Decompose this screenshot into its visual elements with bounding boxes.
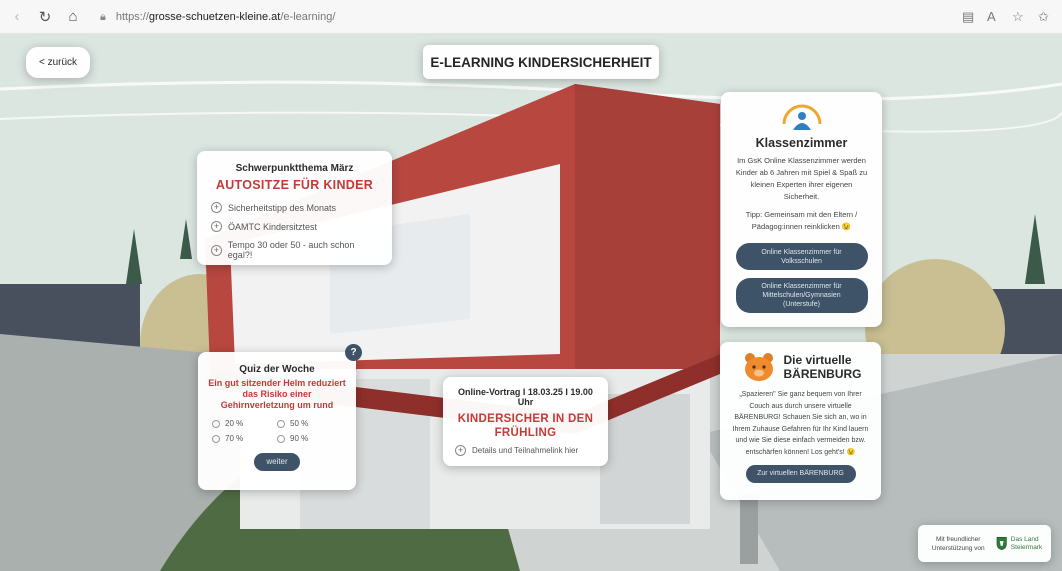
address-bar[interactable]: 🔒︎ https://grosse-schuetzen-kleine.at/e-… — [100, 8, 980, 26]
url-prefix: https:// — [115, 11, 149, 23]
reload-icon[interactable]: ↻ — [34, 6, 56, 28]
plus-icon: + — [211, 221, 222, 232]
bear-icon — [744, 353, 773, 381]
favorites-bar-icon[interactable]: ✩ — [1038, 9, 1049, 25]
back-button[interactable]: < zurück — [26, 47, 90, 78]
lecture-link-label: Details und Teilnahmelink hier — [472, 446, 579, 455]
classroom-tip: Tipp: Gemeinsam mit den Eltern / Pädagog… — [745, 210, 858, 231]
classroom-primary-label: Online Klassenzimmer für Volksschulen — [761, 249, 842, 265]
back-nav-icon[interactable]: ‹ — [6, 6, 28, 28]
lecture-heading: Online-Vortrag I 18.03.25 I 19.00 Uhr — [458, 387, 593, 407]
crest-icon — [997, 537, 1008, 550]
classroom-title: Klassenzimmer — [755, 136, 848, 150]
quiz-question: Ein gut sitzender Helm reduziert das Ris… — [208, 378, 346, 410]
quiz-next-button[interactable]: weiter — [254, 453, 300, 471]
classroom-primary-button[interactable]: Online Klassenzimmer für Volksschulen — [735, 243, 868, 270]
quiz-next-label: weiter — [266, 457, 288, 466]
url-path: /e-learning/ — [280, 11, 336, 23]
quiz-option-label: 70 % — [225, 434, 244, 443]
lecture-title: KINDERSICHER IN DEN FRÜHLING — [457, 413, 594, 439]
favorite-icon[interactable]: ☆ — [1012, 9, 1024, 25]
radio-icon — [212, 434, 220, 443]
plus-icon: + — [211, 202, 222, 213]
radio-icon — [212, 419, 220, 428]
classroom-text: Im GsK Online Klassenzimmer werden Kinde… — [735, 156, 868, 201]
plus-icon: + — [211, 244, 222, 256]
sponsor-box: Mit freundlicher Unterstützung von Das L… — [918, 525, 1051, 562]
quiz-option-20[interactable]: 20 % — [212, 419, 277, 428]
help-icon: ? — [350, 347, 357, 358]
focus-link-3[interactable]: + Tempo 30 oder 50 - auch schon egal?! — [211, 240, 378, 260]
focus-link-label: Sicherheitstipp des Monats — [228, 202, 337, 213]
quiz-option-90[interactable]: 90 % — [277, 434, 342, 443]
scene: < zurück E-LEARNING KINDERSICHERHEIT Sch… — [0, 34, 1062, 571]
radio-icon — [277, 434, 285, 443]
url-domain: grosse-schuetzen-kleine.at — [148, 11, 281, 23]
bear-castle-card: Die virtuelle BÄRENBURG „Spazieren" Sie … — [720, 342, 881, 500]
quiz-option-70[interactable]: 70 % — [212, 434, 277, 443]
bear-title-line1: Die virtuelle — [783, 353, 852, 367]
bear-castle-button[interactable]: Zur virtuellen BÄRENBURG — [745, 465, 856, 483]
quiz-options: 20 % 50 % 70 % 90 % — [208, 419, 346, 443]
sponsor-text: Mit freundlicher Unterstützung von — [931, 535, 985, 552]
quiz-card: ? Quiz der Woche Ein gut sitzender Helm … — [198, 344, 362, 490]
app-root: ‹ ↻ ⌂ 🔒︎ https://grosse-schuetzen-kleine… — [0, 0, 1062, 571]
classroom-logo-icon — [782, 104, 821, 130]
back-button-label: < zurück — [38, 57, 78, 68]
quiz-help-badge[interactable]: ? — [345, 344, 362, 361]
bear-title-line2: BÄRENBURG — [783, 367, 862, 381]
quiz-option-label: 20 % — [225, 419, 244, 428]
quiz-option-label: 90 % — [290, 434, 309, 443]
bear-castle-label: Zur virtuellen BÄRENBURG — [757, 470, 844, 477]
radio-icon — [277, 419, 285, 428]
focus-topic-title: AUTOSITZE FÜR KINDER — [215, 178, 374, 192]
focus-link-2[interactable]: + ÖAMTC Kindersitztest — [211, 221, 378, 232]
lecture-link[interactable]: + Details und Teilnahmelink hier — [455, 445, 596, 456]
reader-icon[interactable]: ▤ — [962, 9, 974, 25]
classroom-secondary-button[interactable]: Online Klassenzimmer für Mittelschulen/G… — [735, 278, 868, 313]
home-icon[interactable]: ⌂ — [62, 6, 84, 28]
focus-link-1[interactable]: + Sicherheitstipp des Monats — [211, 202, 378, 213]
focus-topic-card: Schwerpunktthema März AUTOSITZE FÜR KIND… — [197, 151, 392, 265]
bear-text: „Spazieren" Sie ganz bequem von Ihrer Co… — [732, 391, 869, 456]
background-illustration — [0, 34, 1062, 571]
page-title: E-LEARNING KINDERSICHERHEIT — [423, 45, 659, 79]
read-aloud-icon[interactable]: A — [987, 9, 996, 24]
lecture-card: Online-Vortrag I 18.03.25 I 19.00 Uhr KI… — [443, 377, 608, 466]
sponsor-logo-text: Das Land Steiermark — [1010, 535, 1043, 551]
quiz-option-50[interactable]: 50 % — [277, 419, 342, 428]
page-title-text: E-LEARNING KINDERSICHERHEIT — [430, 54, 652, 70]
browser-toolbar: ‹ ↻ ⌂ 🔒︎ https://grosse-schuetzen-kleine… — [0, 0, 1062, 34]
classroom-secondary-label: Online Klassenzimmer für Mittelschulen/G… — [761, 283, 842, 308]
lock-icon: 🔒︎ — [100, 10, 106, 23]
quiz-heading: Quiz der Woche — [239, 364, 315, 375]
plus-icon: + — [455, 445, 466, 456]
focus-link-label: ÖAMTC Kindersitztest — [228, 221, 318, 232]
focus-link-label: Tempo 30 oder 50 - auch schon egal?! — [227, 240, 355, 260]
quiz-option-label: 50 % — [290, 419, 309, 428]
classroom-card: Klassenzimmer Im GsK Online Klassenzimme… — [721, 92, 882, 327]
focus-topic-heading: Schwerpunktthema März — [235, 163, 354, 174]
bear-card-header: Die virtuelle BÄRENBURG — [730, 350, 871, 384]
